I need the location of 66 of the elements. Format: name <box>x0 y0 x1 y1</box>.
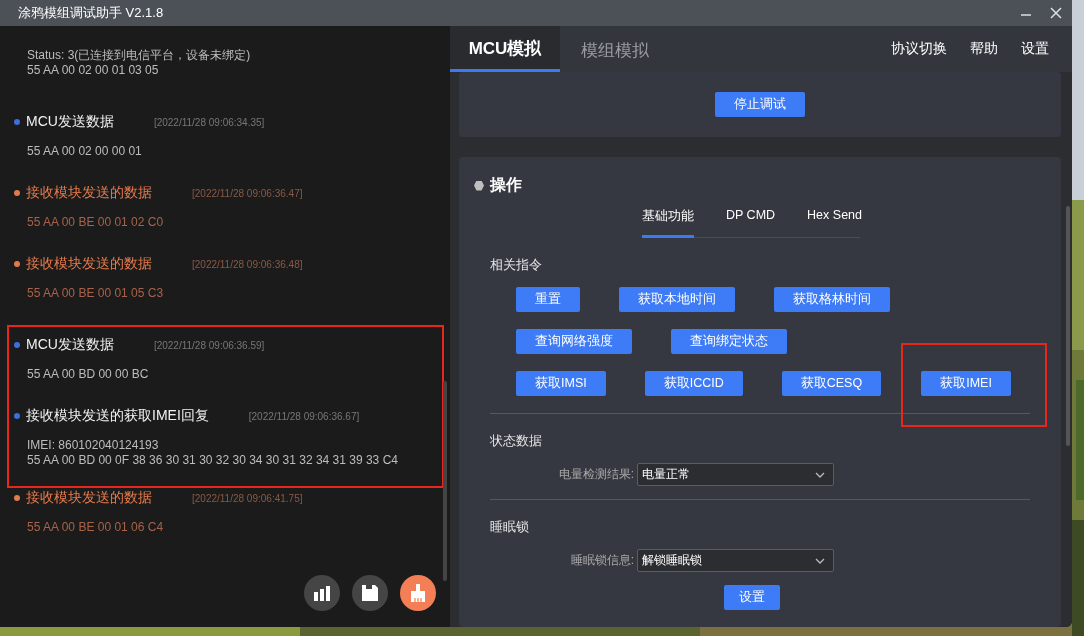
window-title: 涂鸦模组调试助手 V2.1.8 <box>18 4 164 22</box>
entry-data: Status: 3(已连接到电信平台，设备未绑定) <box>27 48 252 63</box>
tab[interactable]: DP CMD <box>726 204 776 238</box>
save-button[interactable] <box>352 575 388 611</box>
entry-title: 接收模块发送的数据 <box>26 489 152 507</box>
tab[interactable]: Hex Send <box>807 204 862 238</box>
entry-title: 接收模块发送的获取IMEI回复 <box>26 407 209 425</box>
command-button[interactable]: 获取ICCID <box>644 371 743 396</box>
chevron-down-icon <box>815 557 825 564</box>
group-title: 相关指令 <box>490 256 543 274</box>
status-dot <box>14 190 20 196</box>
stop-debug-button[interactable]: 停止调试 <box>715 92 805 117</box>
entry-title: 接收模块发送的数据 <box>26 255 152 273</box>
command-button[interactable]: 获取IMSI <box>516 371 606 396</box>
entry-time: [2022/11/28 09:06:34.35] <box>153 116 265 128</box>
field-label: 电量检测结果: <box>557 466 635 483</box>
entry-data: 55 AA 00 BE 00 01 05 C3 <box>27 286 165 301</box>
command-button[interactable]: 获取IMEI <box>921 371 1011 396</box>
scrollbar[interactable] <box>1066 206 1070 446</box>
command-button[interactable]: 获取CESQ <box>781 371 882 396</box>
menu-item[interactable]: 帮助 <box>970 26 998 72</box>
save-icon <box>361 584 379 602</box>
entry-time: [2022/11/28 09:06:41.75] <box>192 492 303 504</box>
entry-time: [2022/11/28 09:06:36.47] <box>192 187 303 199</box>
command-button[interactable]: 获取本地时间 <box>619 287 735 312</box>
command-button[interactable]: 获取格林时间 <box>774 287 890 312</box>
status-dot <box>14 413 20 419</box>
bar-chart-button[interactable] <box>304 575 340 611</box>
entry-data: 55 AA 00 BD 00 0F 38 36 30 31 30 32 30 34 30 31 32 34 31 39 33 C4 <box>27 453 399 468</box>
entry-time: [2022/11/28 09:06:36.59] <box>153 339 265 351</box>
chevron-down-icon <box>815 471 825 478</box>
entry-data: 55 AA 00 02 00 00 01 <box>27 144 143 159</box>
entry-title: 接收模块发送的数据 <box>26 184 152 202</box>
menu-item[interactable]: 设置 <box>1021 26 1049 72</box>
entry-data: 55 AA 00 BE 00 01 02 C0 <box>27 215 165 230</box>
scrollbar[interactable] <box>443 381 447 581</box>
broom-button[interactable] <box>400 575 436 611</box>
entry-data: IMEI: 860102040124193 <box>27 438 160 453</box>
close-icon[interactable] <box>1050 7 1062 19</box>
entry-data: 55 AA 00 02 00 01 03 05 <box>27 63 160 78</box>
entry-title: MCU发送数据 <box>26 113 114 131</box>
entry-time: [2022/11/28 09:06:36.67] <box>248 410 360 422</box>
status-dot <box>14 119 20 125</box>
bar-chart-icon <box>313 585 331 601</box>
section-title: 操作 <box>490 175 522 195</box>
status-dot <box>14 342 20 348</box>
entry-data: 55 AA 00 BE 00 01 06 C4 <box>27 520 165 535</box>
status-dot <box>14 495 20 501</box>
dropdown[interactable]: 电量正常 <box>637 463 834 486</box>
status-dot <box>14 261 20 267</box>
tab[interactable]: MCU模拟 <box>450 26 560 72</box>
set-button[interactable]: 设置 <box>724 585 780 610</box>
tab[interactable]: 基础功能 <box>642 204 694 238</box>
entry-time: [2022/11/28 09:06:36.48] <box>192 258 303 270</box>
command-button[interactable]: 查询绑定状态 <box>671 329 787 354</box>
menu-item[interactable]: 协议切换 <box>891 26 947 72</box>
dropdown[interactable]: 解锁睡眠锁 <box>637 549 834 572</box>
group-title: 睡眠锁 <box>490 518 530 536</box>
group-title: 状态数据 <box>490 432 543 450</box>
field-label: 睡眠锁信息: <box>569 552 635 569</box>
command-button[interactable]: 重置 <box>516 287 580 312</box>
entry-title: MCU发送数据 <box>26 336 114 354</box>
entry-data: 55 AA 00 BD 00 00 BC <box>27 367 150 382</box>
command-button[interactable]: 查询网络强度 <box>516 329 632 354</box>
tab[interactable]: 模组模拟 <box>560 26 670 72</box>
broom-icon <box>408 583 428 603</box>
